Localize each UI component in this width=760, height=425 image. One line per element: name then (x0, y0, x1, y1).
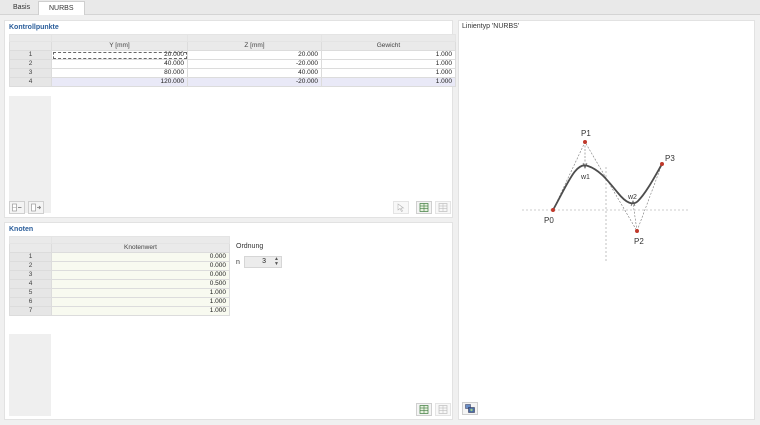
row-number[interactable]: 3 (9, 270, 52, 280)
order-label: Ordnung (236, 243, 264, 250)
cell-y[interactable]: 120.000 (51, 77, 188, 87)
column-header-y[interactable]: Y [mm] (51, 41, 188, 51)
row-header-fill (9, 96, 51, 213)
column-header-weight[interactable]: Gewicht (321, 41, 456, 51)
row-number[interactable]: 2 (9, 261, 52, 271)
delete-row-button[interactable] (28, 201, 44, 214)
row-number[interactable]: 1 (9, 252, 52, 262)
control-polygon (552, 141, 663, 232)
row-number[interactable]: 3 (9, 68, 52, 78)
control-points-panel: Kontrollpunkte Y [mm] Z [mm] Gewicht 1 2… (4, 20, 456, 218)
import-table-icon (419, 405, 429, 414)
cell-z[interactable]: 20.000 (187, 50, 322, 60)
label-p0: P0 (544, 216, 554, 225)
label-w1: w1 (580, 174, 590, 181)
control-point-p0 (551, 208, 555, 212)
delete-row-icon (31, 203, 41, 212)
cell-z[interactable]: 40.000 (187, 68, 322, 78)
cell-z[interactable]: -20.000 (187, 77, 322, 87)
table-row[interactable]: 3 80.000 40.000 1.000 (9, 68, 456, 78)
label-p2: P2 (634, 237, 644, 246)
table-row[interactable]: 7 1.000 (9, 306, 230, 316)
nurbs-curve (552, 163, 663, 211)
pick-button[interactable] (393, 201, 409, 214)
control-point-p2 (635, 229, 639, 233)
n-label: n (236, 259, 240, 266)
row-number[interactable]: 2 (9, 59, 52, 69)
control-point-p3 (660, 162, 664, 166)
nurbs-diagram: P0 P1 P2 P3 w1 w2 (522, 129, 690, 263)
cell-weight[interactable]: 1.000 (321, 68, 456, 78)
table-row[interactable]: 1 20.000 20.000 1.000 (9, 50, 456, 60)
diagram-title: Linientyp 'NURBS' (462, 23, 520, 30)
cell-weight[interactable]: 1.000 (321, 59, 456, 69)
row-number[interactable]: 6 (9, 297, 52, 307)
order-value: 3 (262, 258, 266, 265)
row-number[interactable]: 5 (9, 288, 52, 298)
weight-line-2 (632, 202, 638, 232)
cell-y[interactable]: 80.000 (51, 68, 188, 78)
view-options-button[interactable] (462, 402, 478, 415)
label-p1: P1 (581, 129, 591, 138)
table-row[interactable]: 3 0.000 (9, 270, 230, 280)
row-header-fill (9, 334, 51, 416)
table-row[interactable]: 4 0.500 (9, 279, 230, 289)
knots-title: Knoten (9, 226, 34, 233)
export-table-icon (438, 405, 448, 414)
row-number[interactable]: 4 (9, 279, 52, 289)
cell-weight[interactable]: 1.000 (321, 50, 456, 60)
stepper-arrows-icon[interactable]: ▲ ▼ (274, 257, 279, 267)
import-knots-button[interactable] (416, 403, 432, 416)
tab-nurbs[interactable]: NURBS (38, 1, 85, 15)
control-point-p1 (583, 140, 587, 144)
export-table-icon (438, 203, 448, 212)
label-w2: w2 (627, 194, 637, 201)
cell-knot-value[interactable]: 0.000 (51, 270, 230, 280)
label-p3: P3 (665, 154, 675, 163)
export-knots-button[interactable] (435, 403, 451, 416)
order-stepper[interactable]: 3 ▲ ▼ (244, 256, 282, 268)
corner-header (9, 41, 52, 51)
cell-knot-value[interactable]: 1.000 (51, 297, 230, 307)
cell-y[interactable]: 20.000 (51, 50, 188, 60)
tab-basis[interactable]: Basis (3, 1, 40, 15)
cell-weight[interactable]: 1.000 (321, 77, 456, 87)
cell-knot-value[interactable]: 0.000 (51, 252, 230, 262)
cell-y[interactable]: 40.000 (51, 59, 188, 69)
export-table-button[interactable] (435, 201, 451, 214)
row-number[interactable]: 4 (9, 77, 52, 87)
cell-knot-value[interactable]: 1.000 (51, 288, 230, 298)
column-header-z[interactable]: Z [mm] (187, 41, 322, 51)
row-number[interactable]: 7 (9, 306, 52, 316)
knots-panel: Knoten Knotenwert 1 0.000 2 0.000 3 0.000 4… (4, 222, 453, 420)
table-row[interactable]: 2 40.000 -20.000 1.000 (9, 59, 456, 69)
tab-bar: Basis NURBS (0, 0, 760, 15)
insert-row-button[interactable] (9, 201, 25, 214)
table-row[interactable]: 1 0.000 (9, 252, 230, 262)
knots-table[interactable]: Knotenwert 1 0.000 2 0.000 3 0.000 4 0.500 5… (9, 236, 230, 316)
import-table-button[interactable] (416, 201, 432, 214)
table-row[interactable]: 6 1.000 (9, 297, 230, 307)
table-row[interactable]: 5 1.000 (9, 288, 230, 298)
column-header-knot-value[interactable]: Knotenwert (51, 243, 230, 253)
cell-knot-value[interactable]: 0.000 (51, 261, 230, 271)
table-row[interactable]: 4 120.000 -20.000 1.000 (9, 77, 456, 87)
view-options-icon (465, 404, 475, 413)
row-number[interactable]: 1 (9, 50, 52, 60)
import-table-icon (419, 203, 429, 212)
pick-cursor-icon (397, 203, 405, 212)
cell-knot-value[interactable]: 1.000 (51, 306, 230, 316)
table-row[interactable]: 2 0.000 (9, 261, 230, 271)
corner-header (9, 243, 52, 253)
control-points-table[interactable]: Y [mm] Z [mm] Gewicht 1 20.000 20.000 1.… (9, 34, 456, 87)
control-points-title: Kontrollpunkte (9, 24, 59, 31)
cell-z[interactable]: -20.000 (187, 59, 322, 69)
insert-row-icon (12, 203, 22, 212)
cell-knot-value[interactable]: 0.500 (51, 279, 230, 289)
